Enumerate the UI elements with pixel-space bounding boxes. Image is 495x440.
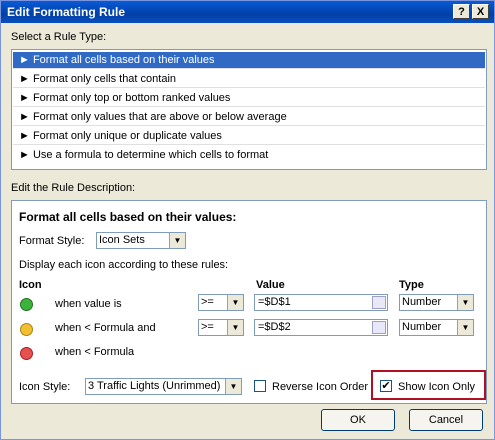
rule-type-heading: Select a Rule Type: [11,31,107,43]
chevron-down-icon[interactable]: ▼ [225,379,241,394]
rule-1-condition: when value is [55,298,122,310]
format-style-label: Format Style: [19,235,85,247]
cancel-button[interactable]: Cancel [409,409,483,431]
rule-type-item-formula[interactable]: ► Use a formula to determine which cells… [13,147,485,164]
yellow-circle-icon [20,323,33,336]
icon-style-value: 3 Traffic Lights (Unrimmed) [88,380,221,392]
rule-1-operator-select[interactable]: >= ▼ [198,294,244,311]
rule-1-value: =$D$1 [258,296,291,308]
chevron-down-icon[interactable]: ▼ [457,295,473,310]
chevron-down-icon[interactable]: ▼ [227,320,243,335]
chevron-down-icon[interactable]: ▼ [227,295,243,310]
reverse-icon-order-label: Reverse Icon Order [272,381,368,393]
rule-type-list[interactable]: ► Format all cells based on their values… [11,49,487,170]
close-button[interactable]: X [472,4,489,19]
green-circle-icon [20,298,33,311]
description-title: Format all cells based on their values: [19,210,237,224]
red-circle-icon [20,347,33,360]
edit-formatting-rule-dialog: Edit Formatting Rule ? X Select a Rule T… [0,0,495,440]
icon-rules-instruction: Display each icon according to these rul… [19,259,229,271]
rule-2-type: Number [402,321,442,333]
rule-3-condition: when < Formula [55,346,135,358]
rule-2-operator-select[interactable]: >= ▼ [198,319,244,336]
title-bar: Edit Formatting Rule ? X [1,1,494,23]
rule-type-item-contain[interactable]: ► Format only cells that contain [13,71,485,88]
icon-style-select[interactable]: 3 Traffic Lights (Unrimmed) ▼ [85,378,242,395]
icon-style-label: Icon Style: [19,381,71,393]
rule-2-value-input[interactable]: =$D$2 [254,319,388,336]
help-button[interactable]: ? [453,4,470,19]
rule-2-operator: >= [201,321,214,333]
value-column-header: Value [256,279,285,291]
rule-1-type-select[interactable]: Number ▼ [399,294,474,311]
rule-description-heading: Edit the Rule Description: [11,182,136,194]
dialog-title: Edit Formatting Rule [7,5,125,19]
rule-type-item-unique-duplicate[interactable]: ► Format only unique or duplicate values [13,128,485,145]
icon-column-header: Icon [19,279,42,291]
rule-type-item-above-below-average[interactable]: ► Format only values that are above or b… [13,109,485,126]
rule-type-item-all-values[interactable]: ► Format all cells based on their values [13,52,485,69]
ok-button[interactable]: OK [321,409,395,431]
reverse-icon-order-checkbox[interactable] [254,380,266,392]
rule-1-value-input[interactable]: =$D$1 [254,294,388,311]
rule-2-type-select[interactable]: Number ▼ [399,319,474,336]
rule-type-item-top-bottom[interactable]: ► Format only top or bottom ranked value… [13,90,485,107]
chevron-down-icon[interactable]: ▼ [457,320,473,335]
rule-1-operator: >= [201,296,214,308]
rule-2-condition: when < Formula and [55,322,156,334]
rule-2-value: =$D$2 [258,321,291,333]
show-icon-only-highlight-box [371,370,486,400]
rule-1-type: Number [402,296,442,308]
range-select-icon[interactable] [372,296,386,309]
format-style-select[interactable]: Icon Sets ▼ [96,232,186,249]
chevron-down-icon[interactable]: ▼ [169,233,185,248]
range-select-icon[interactable] [372,321,386,334]
type-column-header: Type [399,279,424,291]
format-style-value: Icon Sets [99,234,145,246]
